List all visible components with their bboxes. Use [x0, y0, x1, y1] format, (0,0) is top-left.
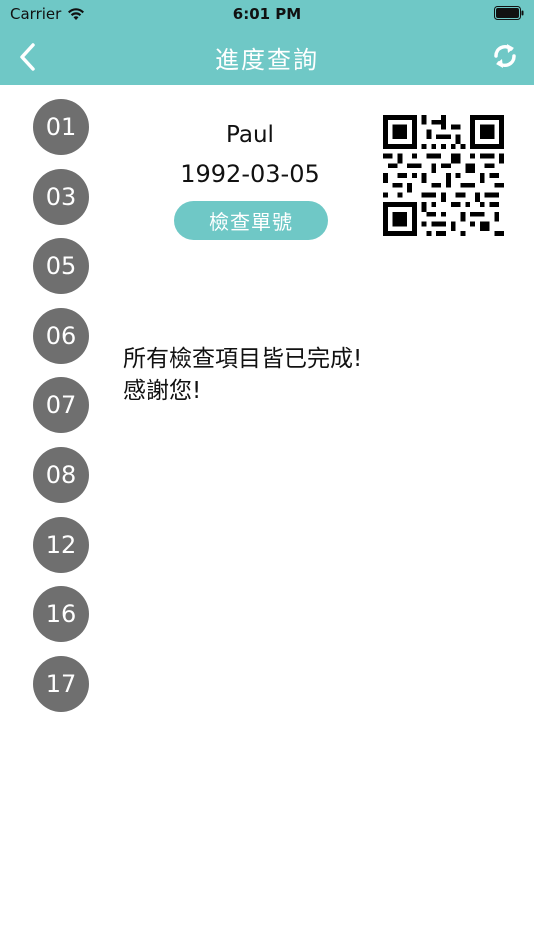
exam-item[interactable]: 03 [33, 168, 89, 225]
exam-item[interactable]: 05 [33, 238, 89, 295]
exam-item[interactable]: 07 [33, 377, 89, 434]
exam-item[interactable]: 16 [33, 586, 89, 643]
exam-item[interactable]: 17 [33, 655, 89, 712]
qr-code-icon [383, 115, 504, 236]
completion-message-line: 感謝您! [123, 378, 202, 404]
completion-message-line: 所有檢查項目皆已完成! [123, 346, 363, 372]
completion-message: 所有檢查項目皆已完成! 感謝您! [123, 343, 362, 407]
refresh-button[interactable] [490, 40, 520, 72]
exam-item-list: 01 03 05 06 07 08 12 16 17 [33, 99, 89, 725]
exam-item[interactable]: 01 [33, 99, 89, 155]
exam-item[interactable]: 06 [33, 307, 89, 364]
nav-bar: 進度查詢 [0, 28, 534, 85]
battery-icon [494, 6, 524, 24]
status-bar: Carrier 6:01 PM [0, 0, 534, 28]
status-time: 6:01 PM [232, 5, 302, 23]
exam-number-button[interactable]: 檢查單號 [174, 201, 328, 240]
refresh-icon [494, 44, 516, 68]
patient-dob: 1992-03-05 [180, 160, 320, 188]
exam-item[interactable]: 08 [33, 446, 89, 503]
page-title: 進度查詢 [215, 46, 319, 74]
patient-name: Paul [226, 122, 274, 148]
exam-item[interactable]: 12 [33, 516, 89, 573]
